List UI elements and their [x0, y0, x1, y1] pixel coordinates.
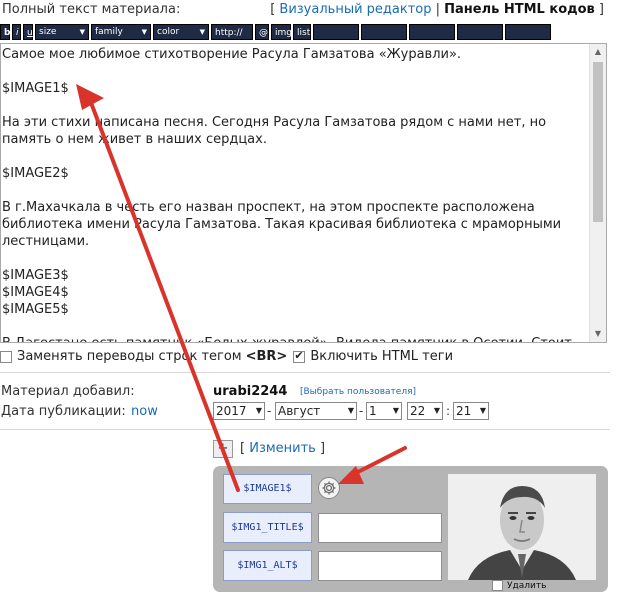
chevron-down-icon: ▼ — [479, 406, 486, 415]
editor-text: Самое мое любимое стихотворение Расула Г… — [2, 47, 572, 342]
textarea-scrollbar[interactable]: ▲ ▼ — [589, 44, 606, 342]
scroll-thumb[interactable] — [593, 62, 603, 222]
image-alt-input[interactable] — [318, 551, 442, 581]
size-select[interactable]: size ▼ — [35, 24, 89, 40]
date-separator: - — [359, 404, 364, 418]
font-family-select[interactable]: family ▼ — [91, 24, 151, 40]
toolbar-spacer-button[interactable] — [313, 24, 359, 40]
choose-user-link[interactable]: [Выбрать пользователя] — [300, 387, 416, 397]
visual-editor-link[interactable]: Визуальный редактор — [279, 2, 431, 17]
delete-image-control: Удалить — [492, 580, 546, 591]
added-by-label: Материал добавил: — [1, 384, 135, 399]
toolbar-spacer-button[interactable] — [361, 24, 407, 40]
enable-html-checkbox[interactable] — [293, 349, 306, 363]
html-panel-tab[interactable]: Панель HTML кодов — [444, 2, 595, 17]
chevron-down-icon: ▼ — [347, 406, 354, 415]
underline-button[interactable]: u — [23, 24, 33, 40]
chevron-down-icon: ▼ — [141, 28, 147, 36]
alt-var-button[interactable]: $IMG1_ALT$ — [223, 550, 312, 581]
image-button[interactable]: img — [271, 24, 292, 40]
image-title-input[interactable] — [318, 513, 442, 543]
chevron-down-icon: ▼ — [392, 406, 399, 415]
date-separator: - — [267, 404, 272, 418]
hour-select[interactable]: 22 ▼ — [407, 402, 443, 420]
gear-icon — [322, 481, 336, 495]
change-images-control: [ Изменить ] — [240, 441, 326, 456]
toolbar-spacer-button[interactable] — [409, 24, 455, 40]
color-select[interactable]: color ▼ — [153, 24, 209, 40]
chevron-down-icon: ▼ — [433, 406, 440, 415]
change-images-link[interactable]: Изменить — [249, 441, 316, 456]
toolbar-spacer-button[interactable] — [505, 24, 551, 40]
delete-image-label: Удалить — [507, 580, 547, 591]
title-var-button[interactable]: $IMG1_TITLE$ — [223, 512, 312, 543]
chevron-down-icon: ▼ — [79, 28, 85, 36]
image-thumbnail — [448, 474, 596, 580]
author-username: urabi2244 — [213, 384, 288, 399]
editor-mode-switch: [ Визуальный редактор | Панель HTML кодо… — [270, 2, 604, 17]
enable-html-label: Включить HTML теги — [310, 349, 454, 364]
bold-button[interactable]: b — [0, 24, 10, 40]
delete-image-checkbox[interactable] — [492, 580, 503, 591]
content-textarea[interactable]: Самое мое любимое стихотворение Расула Г… — [0, 43, 607, 343]
italic-button[interactable]: i — [12, 24, 21, 40]
chevron-down-icon: ▼ — [255, 406, 262, 415]
replace-breaks-checkbox[interactable] — [0, 350, 12, 363]
replace-breaks-label: Заменять переводы строк тегом — [17, 349, 242, 364]
time-separator: : — [446, 404, 451, 418]
full-text-label: Полный текст материала: — [2, 2, 181, 17]
br-tag-label: <BR> — [245, 349, 288, 364]
month-select[interactable]: Август ▼ — [275, 402, 357, 420]
chevron-down-icon: ▼ — [199, 28, 205, 36]
minute-select[interactable]: 21 ▼ — [453, 402, 489, 420]
pub-date-label: Дата публикации: — [1, 404, 126, 419]
email-button[interactable]: @ — [255, 24, 269, 40]
divider — [0, 429, 610, 430]
toolbar-spacer-button[interactable] — [457, 24, 503, 40]
image-var-button[interactable]: $IMAGE1$ — [223, 474, 312, 504]
year-select[interactable]: 2017 ▼ — [213, 402, 265, 420]
image-settings-button[interactable] — [318, 477, 340, 499]
link-button[interactable]: http:// — [211, 24, 253, 40]
editor-options: Заменять переводы строк тегом <BR> Включ… — [0, 349, 453, 364]
formatting-toolbar: b i u size ▼ family ▼ color ▼ http:// @ img… — [0, 24, 551, 40]
add-image-button[interactable]: + — [213, 440, 233, 458]
divider — [0, 372, 610, 373]
now-link[interactable]: now — [131, 404, 158, 419]
day-select[interactable]: 1 ▼ — [366, 402, 402, 420]
scroll-down-icon[interactable]: ▼ — [590, 326, 606, 342]
list-button[interactable]: list — [293, 24, 311, 40]
portrait-photo — [448, 474, 596, 580]
scroll-up-icon[interactable]: ▲ — [590, 44, 606, 60]
